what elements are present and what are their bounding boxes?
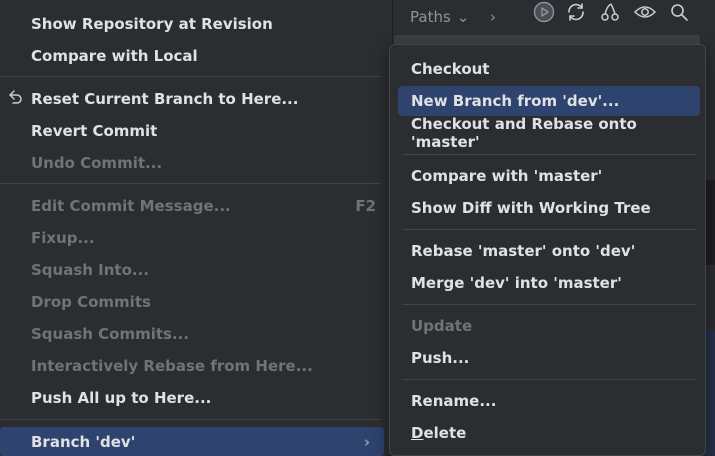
- menu-item-label: Compare with 'master': [411, 167, 603, 185]
- menu-item-label: Push...: [411, 349, 470, 367]
- log-toolbar: Paths ⌄ ›: [394, 0, 715, 35]
- submenu-item-push[interactable]: Push...: [398, 343, 700, 373]
- menu-item-label: Rebase 'master' onto 'dev': [411, 242, 636, 260]
- chevron-down-icon: ⌄: [456, 8, 470, 26]
- commit-context-menu: Show Repository at Revision Compare with…: [0, 0, 393, 456]
- refresh-icon[interactable]: [564, 0, 588, 24]
- menu-item-label: New Branch from 'dev'...: [411, 92, 620, 110]
- menu-item-label: Squash Into...: [31, 261, 150, 279]
- menu-item-label: Edit Commit Message...: [31, 197, 231, 215]
- submenu-item-new-branch[interactable]: New Branch from 'dev'...: [398, 86, 700, 116]
- submenu-item-update[interactable]: Update: [398, 311, 700, 341]
- menu-item-revert-commit[interactable]: Revert Commit: [0, 117, 384, 145]
- menu-item-label: Delete: [411, 424, 466, 442]
- submenu-item-show-diff[interactable]: Show Diff with Working Tree: [398, 193, 700, 223]
- background-selection-edge: [705, 330, 715, 456]
- menu-item-label: Merge 'dev' into 'master': [411, 274, 622, 292]
- menu-item-label: Interactively Rebase from Here...: [31, 357, 313, 375]
- menu-item-label: Checkout and Rebase onto 'master': [411, 115, 637, 151]
- menu-item-branch-dev[interactable]: Branch 'dev' ›: [0, 427, 384, 456]
- paths-filter-dropdown[interactable]: Paths ⌄: [410, 8, 469, 26]
- background-panel-edge: [705, 180, 715, 265]
- menu-item-label: Update: [411, 317, 473, 335]
- undo-arrow-icon: [9, 90, 22, 104]
- menu-item-squash-into[interactable]: Squash Into...: [0, 256, 384, 284]
- chevron-right-icon[interactable]: ›: [490, 8, 496, 26]
- menu-separator: [403, 379, 697, 380]
- submenu-item-rebase[interactable]: Rebase 'master' onto 'dev': [398, 236, 700, 266]
- menu-item-label: Squash Commits...: [31, 325, 190, 343]
- menu-item-drop-commits[interactable]: Drop Commits: [0, 288, 384, 316]
- menu-separator: [0, 183, 381, 184]
- menu-separator: [0, 76, 381, 77]
- chevron-right-icon: ›: [363, 432, 370, 451]
- submenu-item-delete[interactable]: Delete: [398, 418, 700, 448]
- shortcut-label: F2: [355, 197, 376, 215]
- menu-item-label: Branch 'dev': [31, 432, 136, 451]
- cherry-pick-icon[interactable]: [598, 0, 622, 24]
- menu-item-label: Rename...: [411, 392, 497, 410]
- menu-item-squash-commits[interactable]: Squash Commits...: [0, 320, 384, 348]
- menu-item-label: Drop Commits: [31, 293, 151, 311]
- menu-item-label: Compare with Local: [31, 47, 198, 65]
- submenu-item-merge[interactable]: Merge 'dev' into 'master': [398, 268, 700, 298]
- menu-separator: [403, 304, 697, 305]
- submenu-item-checkout[interactable]: Checkout: [398, 54, 700, 84]
- menu-separator: [403, 154, 697, 155]
- submenu-item-rename[interactable]: Rename...: [398, 386, 700, 416]
- menu-item-compare-with-local[interactable]: Compare with Local: [0, 42, 384, 70]
- search-icon[interactable]: [667, 0, 691, 24]
- paths-filter-label: Paths: [410, 8, 451, 26]
- menu-item-label: Reset Current Branch to Here...: [31, 90, 299, 108]
- menu-separator: [0, 419, 381, 420]
- menu-item-label: Show Diff with Working Tree: [411, 199, 651, 217]
- menu-item-label: Revert Commit: [31, 122, 158, 140]
- branch-dev-submenu: Checkout New Branch from 'dev'... Checko…: [389, 44, 706, 456]
- menu-item-label: Fixup...: [31, 229, 95, 247]
- menu-item-show-repository-at-revision[interactable]: Show Repository at Revision: [0, 10, 384, 38]
- menu-item-interactively-rebase[interactable]: Interactively Rebase from Here...: [0, 352, 384, 380]
- menu-item-label: Show Repository at Revision: [31, 15, 273, 33]
- menu-item-label: Push All up to Here...: [31, 389, 212, 407]
- menu-item-push-all-up-to-here[interactable]: Push All up to Here...: [0, 384, 384, 412]
- menu-separator: [403, 229, 697, 230]
- submenu-item-compare-with-master[interactable]: Compare with 'master': [398, 161, 700, 191]
- menu-item-undo-commit[interactable]: Undo Commit...: [0, 149, 384, 177]
- menu-item-edit-commit-message[interactable]: Edit Commit Message... F2: [0, 192, 384, 220]
- menu-item-label-rest: elete: [423, 424, 467, 442]
- play-icon[interactable]: [532, 0, 556, 24]
- menu-item-label: Checkout: [411, 60, 490, 78]
- eye-icon[interactable]: [633, 0, 657, 24]
- submenu-item-checkout-and-rebase[interactable]: Checkout and Rebase onto 'master': [398, 115, 700, 151]
- menu-item-reset-current-branch[interactable]: Reset Current Branch to Here...: [0, 85, 384, 113]
- menu-item-label: Undo Commit...: [31, 154, 163, 172]
- mnemonic-letter: D: [411, 424, 424, 442]
- menu-item-fixup[interactable]: Fixup...: [0, 224, 384, 252]
